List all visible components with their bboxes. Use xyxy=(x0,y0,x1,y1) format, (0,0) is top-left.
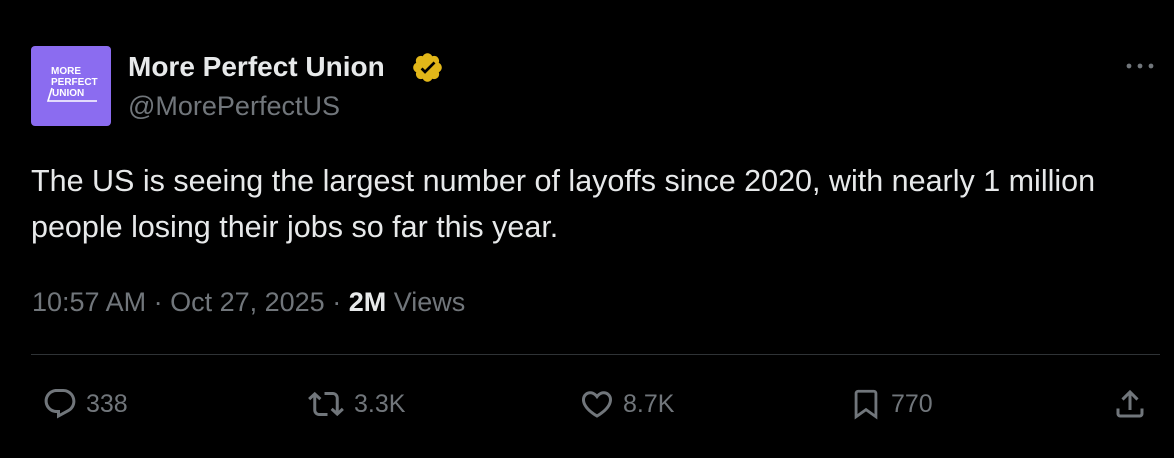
avatar[interactable]: MORE PERFECT UNION xyxy=(31,46,111,126)
share-icon xyxy=(1116,389,1144,418)
reply-count: 338 xyxy=(86,390,128,418)
more-options-icon[interactable] xyxy=(1122,52,1158,80)
meta-separator: · xyxy=(324,287,349,317)
bookmark-count: 770 xyxy=(891,390,933,418)
views-label: Views xyxy=(386,287,466,317)
reply-icon xyxy=(44,389,76,419)
avatar-text-line-3: UNION xyxy=(52,88,84,99)
repost-count: 3.3K xyxy=(354,390,406,418)
tweet-text: The US is seeing the largest number of l… xyxy=(31,164,1096,244)
tweet-date[interactable]: Oct 27, 2025 xyxy=(170,287,325,317)
avatar-text-line-2: PERFECT xyxy=(51,77,98,88)
like-button[interactable]: 8.7K xyxy=(579,386,674,422)
union-logo-icon: MORE PERFECT UNION xyxy=(46,66,98,102)
tweet: MORE PERFECT UNION More Perfect Union @M… xyxy=(0,0,1174,458)
heart-icon xyxy=(581,391,613,418)
avatar-text-line-1: MORE xyxy=(51,66,81,77)
reply-button[interactable]: 338 xyxy=(42,386,128,422)
repost-button[interactable]: 3.3K xyxy=(306,386,405,422)
tweet-meta: 10:57 AM · Oct 27, 2025 · 2M Views xyxy=(32,284,465,320)
meta-separator: · xyxy=(146,287,171,317)
divider xyxy=(31,354,1160,355)
tweet-time[interactable]: 10:57 AM xyxy=(32,287,146,317)
views-count: 2M xyxy=(348,287,387,317)
display-name[interactable]: More Perfect Union xyxy=(128,49,385,85)
like-count: 8.7K xyxy=(623,390,675,418)
share-button[interactable] xyxy=(1112,386,1148,422)
verified-badge-icon xyxy=(413,53,442,82)
bookmark-button[interactable]: 770 xyxy=(849,386,933,422)
handle[interactable]: @MorePerfectUS xyxy=(128,89,340,123)
repost-icon xyxy=(308,391,344,417)
bookmark-icon xyxy=(854,389,878,420)
